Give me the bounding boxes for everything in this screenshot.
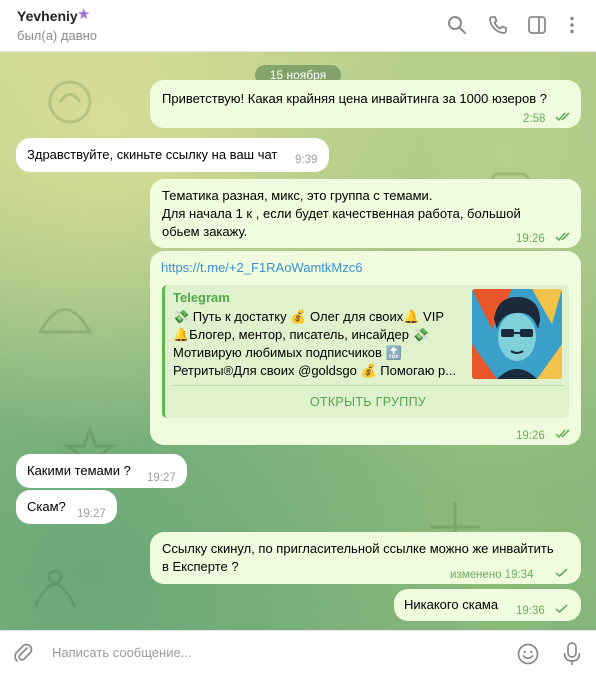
message-bubble-outgoing[interactable]: https://t.me/+2_F1RAoWamtkMzc6 Telegram … [150, 251, 581, 445]
message-bubble-outgoing[interactable]: Приветствую! Какая крайняя цена инвайтин… [150, 80, 581, 128]
chat-header: Yevheniy ★ был(а) давно [0, 0, 596, 52]
message-time: 19:26 [516, 233, 545, 245]
message-text: Скам? [27, 499, 66, 514]
message-time: 9:39 [295, 154, 318, 166]
contact-name[interactable]: Yevheniy [17, 8, 78, 24]
more-vertical-icon[interactable] [561, 14, 583, 36]
message-time: 19:36 [516, 605, 545, 617]
sidebar-toggle-icon[interactable] [526, 14, 548, 36]
message-text: Никакого скама [404, 597, 499, 612]
link-preview-card[interactable]: Telegram 💸 Путь к достатку 💰 Олег для св… [162, 285, 569, 418]
message-text-line: Тематика разная, микс, это группа с тема… [162, 188, 433, 203]
message-link[interactable]: https://t.me/+2_F1RAoWamtkMzc6 [161, 259, 362, 277]
message-time: 19:26 [516, 430, 545, 442]
message-text: Здравствуйте, скиньте ссылку на ваш чат [27, 147, 278, 162]
chat-area[interactable]: 15 ноября Приветствую! Какая крайняя цен… [0, 52, 596, 630]
link-preview-line: 💸 Путь к достатку 💰 Олег для своих🔔 VIP [173, 309, 445, 324]
background-doodle-icon [48, 80, 92, 124]
open-group-button[interactable]: ОТКРЫТЬ ГРУППУ [173, 393, 563, 411]
message-text-line: Ссылку скинул, по пригласительной ссылке… [162, 541, 554, 556]
microphone-icon[interactable] [561, 641, 583, 667]
link-preview-line: 🔔Блогер, ментор, писатель, инсайдер 💸 [173, 327, 429, 342]
message-time: изменено 19:34 [450, 569, 534, 581]
star-icon: ★ [77, 6, 91, 23]
message-time: 19:27 [147, 472, 176, 484]
search-icon[interactable] [446, 14, 468, 36]
divider [173, 385, 563, 386]
link-preview-thumbnail [472, 289, 562, 379]
message-time: 19:27 [77, 508, 106, 520]
emoji-icon[interactable] [516, 642, 540, 666]
link-preview-line: Мотивирую любимых подписчиков 🔝 [173, 345, 402, 360]
link-preview-site: Telegram [173, 290, 230, 305]
check-icon [555, 568, 568, 578]
message-bubble-incoming[interactable]: Какими темами ? 19:27 [16, 454, 187, 488]
message-text-line: в Експерте ? [162, 559, 239, 574]
message-bubble-incoming[interactable]: Скам? 19:27 [16, 490, 117, 524]
background-doodle-icon [33, 569, 77, 608]
message-bubble-outgoing[interactable]: Никакого скама 19:36 [394, 589, 581, 621]
message-text-line: обьем закажу. [162, 224, 248, 239]
link-preview-line: Ретриты®Для своих @goldsgo 💰 Помогаю р..… [173, 363, 457, 378]
message-bubble-incoming[interactable]: Здравствуйте, скиньте ссылку на ваш чат … [16, 138, 329, 172]
check-icon [555, 604, 568, 614]
phone-icon[interactable] [487, 14, 509, 36]
message-composer: Написать сообщение... [0, 630, 596, 675]
message-text-line: Для начала 1 к , если будет качественная… [162, 206, 521, 221]
message-text: Какими темами ? [27, 463, 131, 478]
double-check-icon [555, 429, 570, 439]
contact-status: был(а) давно [17, 28, 98, 43]
double-check-icon [555, 112, 570, 122]
message-text: Приветствую! Какая крайняя цена инвайтин… [162, 91, 547, 106]
paperclip-icon[interactable] [12, 642, 34, 664]
double-check-icon [555, 232, 570, 242]
message-bubble-outgoing[interactable]: Тематика разная, микс, это группа с тема… [150, 179, 581, 248]
background-doodle-icon [37, 308, 93, 334]
message-time: 2:58 [523, 113, 546, 125]
message-bubble-outgoing[interactable]: Ссылку скинул, по пригласительной ссылке… [150, 532, 581, 584]
message-input[interactable]: Написать сообщение... [52, 645, 192, 660]
